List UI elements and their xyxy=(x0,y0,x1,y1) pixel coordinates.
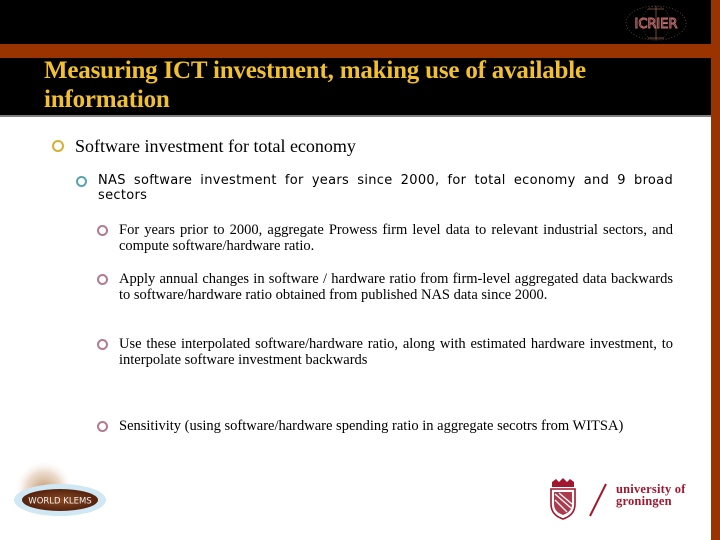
bullet-level3-icon xyxy=(97,225,108,236)
bullet-level3-icon xyxy=(97,339,108,350)
bullet-level1-text: Software investment for total economy xyxy=(75,136,356,156)
bullet-level3-text: Use these interpolated software/hardware… xyxy=(119,336,673,368)
icrier-globe-icon: ICRIER xyxy=(625,5,687,41)
university-of-groningen-logo: university of groningen xyxy=(548,478,688,522)
bullet-level3-text: Apply annual changes in software / hardw… xyxy=(119,271,673,303)
bullet-level1-icon xyxy=(52,140,64,152)
title-divider xyxy=(0,115,711,117)
bullet-level3-icon xyxy=(97,274,108,285)
svg-text:ICRIER: ICRIER xyxy=(634,17,677,32)
right-accent-bar xyxy=(711,0,720,540)
world-klems-oval-icon: WORLD KLEMS xyxy=(14,462,106,520)
world-klems-logo: WORLD KLEMS xyxy=(8,462,108,530)
bullet-level2-text: NAS software investment for years since … xyxy=(98,173,673,203)
university-name-line2: groningen xyxy=(616,494,672,508)
groningen-crest-icon xyxy=(548,478,578,520)
header-top-band xyxy=(0,0,711,44)
svg-text:WORLD KLEMS: WORLD KLEMS xyxy=(28,497,91,507)
icrier-logo: ICRIER xyxy=(618,4,694,42)
university-name: university of groningen xyxy=(616,483,686,508)
bullet-level2-icon xyxy=(76,176,87,187)
slide-title: Measuring ICT investment, making use of … xyxy=(44,57,586,113)
logo-divider-slash xyxy=(586,482,610,518)
bullet-level3-text: Sensitivity (using software/hardware spe… xyxy=(119,418,624,434)
bullet-level3-icon xyxy=(97,421,108,432)
bullet-level3-text: For years prior to 2000, aggregate Prowe… xyxy=(119,222,673,254)
